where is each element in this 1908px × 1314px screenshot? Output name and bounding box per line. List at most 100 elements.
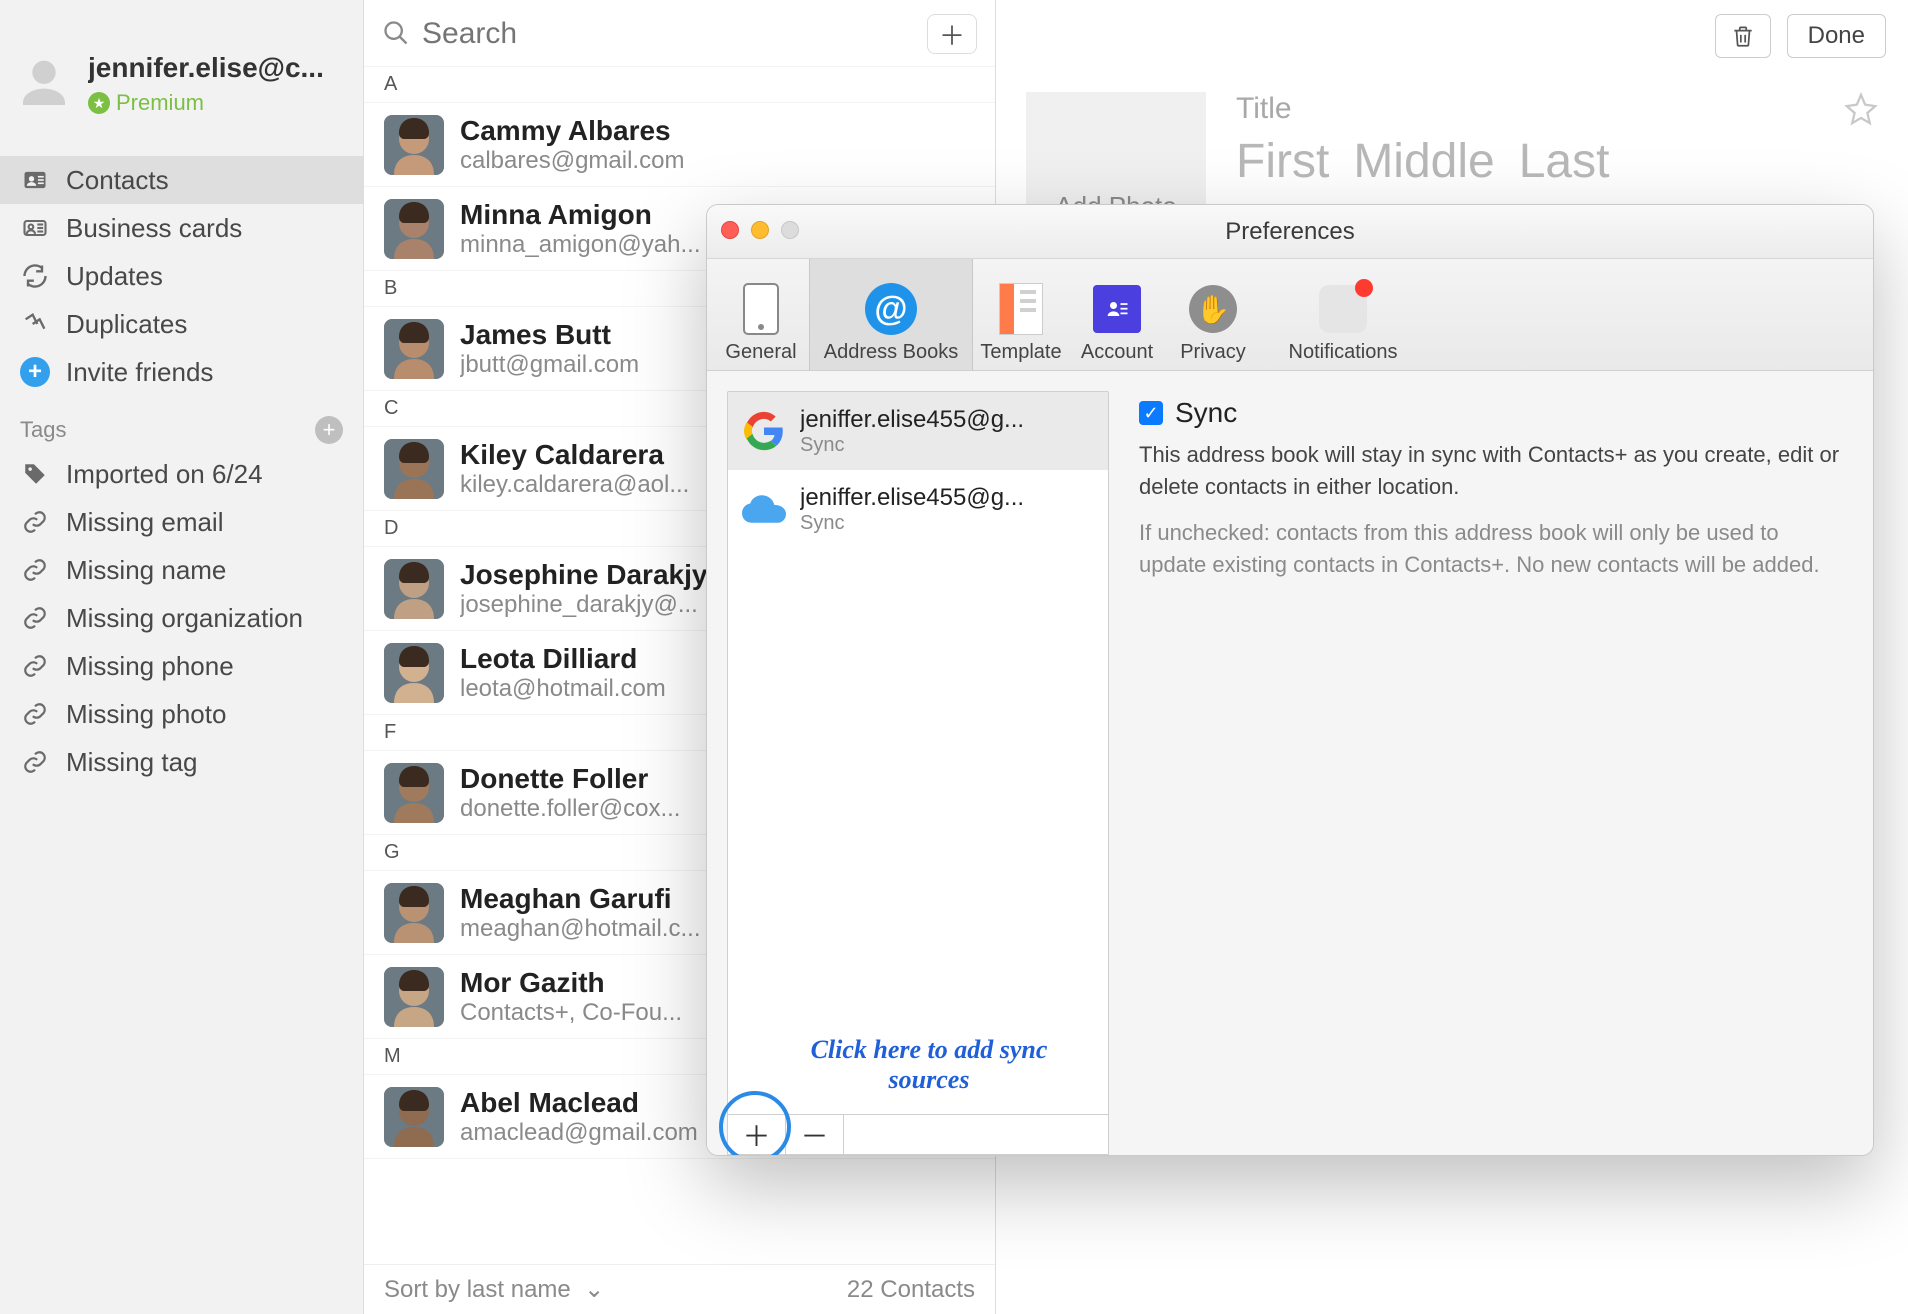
at-sign-icon: @	[865, 283, 917, 335]
tab-privacy[interactable]: ✋ Privacy	[1165, 258, 1261, 370]
avatar	[384, 763, 444, 823]
notifications-icon	[1317, 283, 1369, 335]
tab-address-books[interactable]: @ Address Books	[809, 258, 973, 370]
add-contact-button[interactable]: ＋	[927, 14, 977, 54]
business-cards-icon	[20, 213, 50, 243]
updates-icon	[20, 261, 50, 291]
close-window-icon[interactable]	[721, 221, 739, 239]
sidebar: jennifer.elise@c... ★ Premium Contacts Bu…	[0, 0, 364, 1314]
hand-icon: ✋	[1187, 283, 1239, 335]
tag-item[interactable]: Missing organization	[0, 594, 363, 642]
avatar	[384, 559, 444, 619]
tab-account[interactable]: Account	[1069, 258, 1165, 370]
tag-item[interactable]: Imported on 6/24	[0, 450, 363, 498]
link-icon	[20, 603, 50, 633]
avatar	[384, 883, 444, 943]
last-name-field[interactable]: Last	[1519, 134, 1610, 189]
sort-dropdown[interactable]: Sort by last name ⌄	[384, 1275, 604, 1304]
tag-label: Missing tag	[66, 747, 198, 778]
link-icon	[20, 747, 50, 777]
zoom-window-icon[interactable]	[781, 221, 799, 239]
tag-label: Missing photo	[66, 699, 226, 730]
sidebar-item-invite-friends[interactable]: +Invite friends	[0, 348, 363, 396]
sidebar-item-contacts[interactable]: Contacts	[0, 156, 363, 204]
tab-general[interactable]: General	[713, 258, 809, 370]
sync-label: Sync	[1175, 397, 1237, 429]
tag-label: Missing name	[66, 555, 226, 586]
sync-note: If unchecked: contacts from this address…	[1139, 517, 1843, 581]
done-button[interactable]: Done	[1787, 14, 1886, 58]
sidebar-item-label: Contacts	[66, 165, 169, 196]
tag-label: Missing phone	[66, 651, 234, 682]
sidebar-item-label: Invite friends	[66, 357, 213, 388]
tag-icon	[20, 459, 50, 489]
tags-header-label: Tags	[20, 417, 66, 443]
address-book-name: jeniffer.elise455@g...	[800, 484, 1094, 512]
contact-name: Cammy Albares	[460, 115, 975, 147]
tab-notifications[interactable]: Notifications	[1261, 258, 1425, 370]
icloud-icon	[742, 487, 786, 531]
tag-item[interactable]: Missing email	[0, 498, 363, 546]
address-book-name: jeniffer.elise455@g...	[800, 406, 1094, 434]
chevron-down-icon: ⌄	[584, 1276, 604, 1303]
avatar	[384, 643, 444, 703]
avatar	[384, 439, 444, 499]
avatar	[384, 967, 444, 1027]
tag-item[interactable]: Missing name	[0, 546, 363, 594]
callout-highlight-circle	[719, 1091, 791, 1156]
sidebar-item-business-cards[interactable]: Business cards	[0, 204, 363, 252]
tab-template[interactable]: Template	[973, 258, 1069, 370]
avatar	[384, 1087, 444, 1147]
link-icon	[20, 651, 50, 681]
avatar	[384, 115, 444, 175]
template-icon	[995, 283, 1047, 335]
address-book-row[interactable]: jeniffer.elise455@g... Sync	[728, 392, 1108, 470]
remove-address-book-button[interactable]: －	[786, 1115, 844, 1154]
contact-row[interactable]: Cammy Albares calbares@gmail.com	[364, 103, 995, 187]
minimize-window-icon[interactable]	[751, 221, 769, 239]
contact-subtitle: calbares@gmail.com	[460, 147, 975, 175]
sidebar-profile[interactable]: jennifer.elise@c... ★ Premium	[0, 0, 363, 156]
account-card-icon	[1091, 283, 1143, 335]
contact-title-field[interactable]: Title	[1236, 92, 1609, 126]
contacts-icon	[20, 165, 50, 195]
first-name-field[interactable]: First	[1236, 134, 1329, 189]
sidebar-item-label: Business cards	[66, 213, 242, 244]
tag-item[interactable]: Missing tag	[0, 738, 363, 786]
premium-star-icon: ★	[88, 92, 110, 114]
tag-label: Missing organization	[66, 603, 303, 634]
duplicates-icon	[20, 309, 50, 339]
search-input[interactable]	[422, 17, 917, 51]
address-book-row[interactable]: jeniffer.elise455@g... Sync	[728, 470, 1108, 548]
search-icon	[382, 19, 412, 49]
sync-description: This address book will stay in sync with…	[1139, 439, 1843, 503]
sidebar-item-label: Updates	[66, 261, 163, 292]
link-icon	[20, 555, 50, 585]
tag-label: Imported on 6/24	[66, 459, 263, 490]
favorite-star-icon[interactable]	[1844, 92, 1878, 126]
address-book-list: jeniffer.elise455@g... Sync jeniffer.eli…	[727, 391, 1109, 1115]
avatar	[384, 199, 444, 259]
avatar	[384, 319, 444, 379]
sidebar-item-duplicates[interactable]: Duplicates	[0, 300, 363, 348]
preferences-toolbar: General @ Address Books Template Account…	[707, 259, 1873, 371]
address-book-status: Sync	[800, 512, 1094, 535]
middle-name-field[interactable]: Middle	[1353, 134, 1494, 189]
sidebar-item-label: Duplicates	[66, 309, 187, 340]
tag-label: Missing email	[66, 507, 224, 538]
address-book-status: Sync	[800, 434, 1094, 457]
add-sync-sources-callout: Click here to add sync sources	[789, 1035, 1069, 1095]
delete-contact-button[interactable]	[1715, 14, 1771, 58]
premium-label: Premium	[116, 90, 204, 116]
preferences-title: Preferences	[1225, 218, 1354, 246]
section-header: A	[364, 67, 995, 103]
link-icon	[20, 699, 50, 729]
sidebar-item-updates[interactable]: Updates	[0, 252, 363, 300]
tag-item[interactable]: Missing photo	[0, 690, 363, 738]
profile-avatar-icon	[12, 52, 76, 116]
sync-checkbox[interactable]: ✓	[1139, 401, 1163, 425]
preferences-titlebar[interactable]: Preferences	[707, 205, 1873, 259]
tag-item[interactable]: Missing phone	[0, 642, 363, 690]
add-tag-button[interactable]: +	[315, 416, 343, 444]
link-icon	[20, 507, 50, 537]
